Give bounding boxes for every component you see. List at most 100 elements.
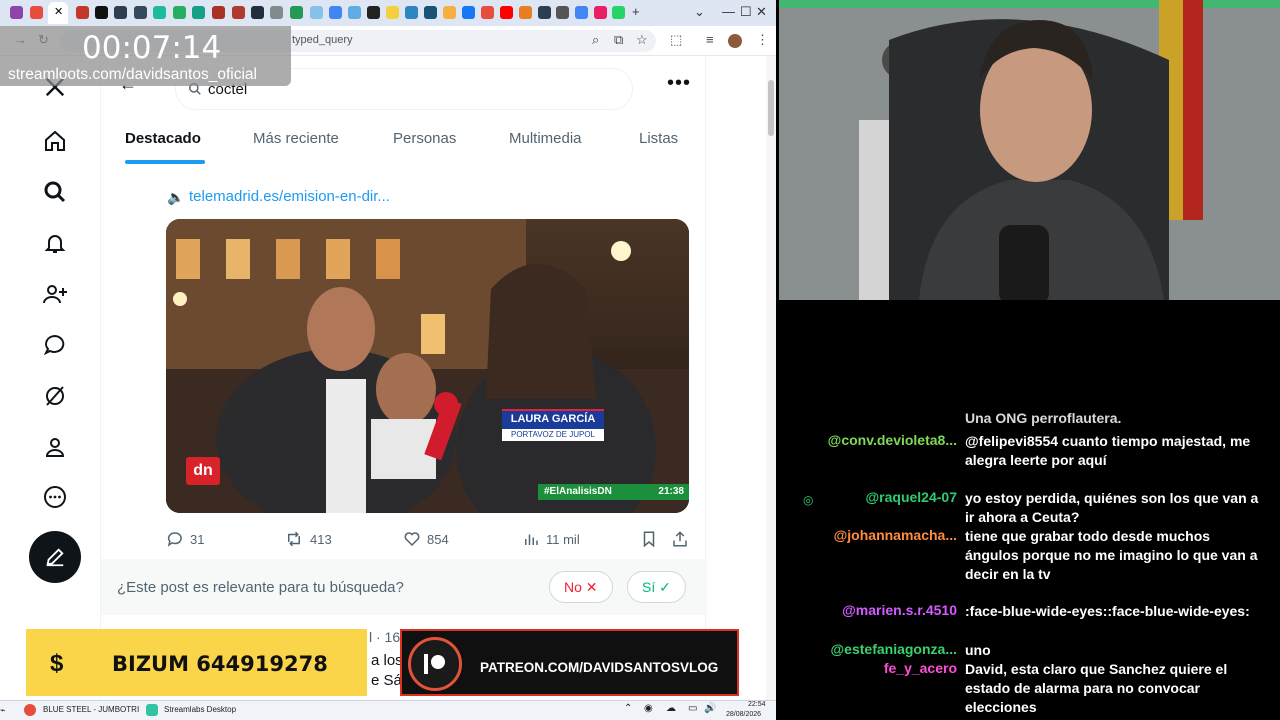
profile-avatar[interactable] [728, 34, 742, 48]
tab-listas[interactable]: Listas [639, 130, 678, 147]
active-tab[interactable]: ✕ [48, 2, 68, 24]
tab-favicon[interactable] [367, 6, 380, 19]
scrollbar-thumb[interactable] [768, 80, 774, 136]
like-button[interactable]: 854 [403, 530, 449, 548]
reply-button[interactable]: 31 [166, 530, 204, 548]
tab-favicon[interactable] [192, 6, 205, 19]
new-tab-icon[interactable]: + [632, 4, 640, 19]
page-scrollbar[interactable] [766, 56, 776, 700]
tab-favicon[interactable] [386, 6, 399, 19]
taskbar-app-icon[interactable]: ⌁ [0, 705, 5, 716]
tab-favicon[interactable] [424, 6, 437, 19]
tab-favicon[interactable] [481, 6, 494, 19]
tab-favicon[interactable] [348, 6, 361, 19]
taskbar-item-streamlabs[interactable]: Streamlabs Desktop [164, 705, 236, 714]
tab-favicon[interactable] [134, 6, 147, 19]
tab-favicon[interactable] [95, 6, 108, 19]
tab-favicon[interactable] [290, 6, 303, 19]
extensions-icon[interactable]: ⬚ [670, 32, 682, 48]
tab-favicon[interactable] [153, 6, 166, 19]
tab-favicon[interactable] [519, 6, 532, 19]
tab-favicon[interactable] [443, 6, 456, 19]
tab-favicon[interactable] [612, 6, 625, 19]
chat-message: David, esta claro que Sanchez quiere el … [965, 661, 1228, 715]
more-horizontal-icon[interactable]: ••• [667, 72, 691, 95]
bookmark-button[interactable] [640, 530, 658, 548]
post-video[interactable]: dn LAURA GARCÍA PORTAVOZ DE JUPOL #ElAna… [166, 219, 689, 513]
brave-icon[interactable] [24, 704, 36, 716]
webcam-feed [779, 0, 1280, 300]
notifications-bell-icon[interactable] [40, 228, 70, 258]
tab-favicon[interactable] [462, 6, 475, 19]
tab-favicon[interactable] [538, 6, 551, 19]
chat-partial-message: Una ONG perroflautera. [965, 410, 1122, 426]
minimize-icon[interactable]: — [722, 4, 735, 19]
follow-add-user-icon[interactable] [40, 279, 70, 309]
tab-favicon[interactable] [10, 6, 23, 19]
chat-username: @marien.s.r.4510 [842, 602, 957, 618]
tab-favicon[interactable] [594, 6, 607, 19]
grok-icon[interactable] [40, 381, 70, 411]
tab-multimedia[interactable]: Multimedia [509, 130, 582, 147]
more-options-circle-icon[interactable] [40, 482, 70, 512]
home-icon[interactable] [40, 126, 70, 156]
cast-icon[interactable]: ⧉ [614, 32, 623, 48]
tab-favicon[interactable] [575, 6, 588, 19]
tab-favicon[interactable] [310, 6, 323, 19]
messages-chat-icon[interactable] [40, 330, 70, 360]
tray-network-icon[interactable]: ◉ [644, 703, 653, 714]
tab-personas[interactable]: Personas [393, 130, 456, 147]
tray-cloud-icon[interactable]: ☁ [666, 703, 676, 714]
stream-timer: 00:07:14 [82, 30, 222, 66]
maximize-icon[interactable]: ☐ [740, 4, 752, 20]
taskbar-time[interactable]: 22:54 [748, 701, 766, 708]
explore-search-icon[interactable] [40, 177, 70, 207]
chat-message: yo estoy perdida, quiénes son los que va… [965, 490, 1259, 525]
bookmark-star-icon[interactable]: ☆ [636, 32, 648, 48]
tab-favicon[interactable] [329, 6, 342, 19]
tab-favicon[interactable] [212, 6, 225, 19]
close-icon[interactable]: ✕ [756, 4, 767, 20]
tab-favicon[interactable] [114, 6, 127, 19]
relevant-button[interactable]: Sí ✓ [627, 571, 686, 603]
tab-search-icon[interactable]: ⌄ [694, 4, 705, 20]
dn-channel-logo: dn [186, 457, 220, 485]
main-column: ← coctel ••• Destacado Más reciente Pers… [100, 56, 707, 700]
profile-icon[interactable] [40, 432, 70, 462]
tab-favicon[interactable] [556, 6, 569, 19]
chat-message: uno [965, 642, 991, 658]
tab-favicon[interactable] [270, 6, 283, 19]
taskbar-date[interactable]: 28/08/2026 [726, 711, 761, 718]
zoom-icon[interactable]: ⌕ [592, 32, 599, 48]
video-frame-image [166, 219, 689, 513]
share-button[interactable] [671, 530, 689, 548]
chat-message: @felipevi8554 cuanto tiempo majestad, me… [965, 433, 1251, 468]
tab-mas-reciente[interactable]: Más reciente [253, 130, 339, 147]
relevant-label: Sí [642, 579, 656, 595]
tab-favicon[interactable] [500, 6, 513, 19]
views-button[interactable]: 11 mil [522, 530, 580, 548]
tab-favicon[interactable] [232, 6, 245, 19]
compose-post-button[interactable] [29, 531, 81, 583]
tray-display-icon[interactable]: ▭ [688, 703, 697, 714]
checkmark-icon: ✓ [659, 579, 671, 595]
tab-favicon[interactable] [76, 6, 89, 19]
repost-button[interactable]: 413 [284, 530, 332, 548]
tab-favicon[interactable] [173, 6, 186, 19]
tray-chevron-icon[interactable]: ⌃ [624, 703, 632, 714]
streamlabs-icon[interactable] [146, 704, 158, 716]
tab-destacado[interactable]: Destacado [125, 130, 201, 147]
tab-favicon[interactable] [30, 6, 43, 19]
tab-favicon[interactable] [251, 6, 264, 19]
tab-favicon[interactable] [405, 6, 418, 19]
post-link[interactable]: telemadrid.es/emision-en-dir... [189, 188, 390, 205]
dollar-icon: $ [50, 650, 64, 677]
relevance-question: ¿Este post es relevante para tu búsqueda… [117, 579, 404, 596]
browser-menu-icon[interactable]: ⋮ [756, 32, 769, 48]
view-count: 11 mil [546, 531, 580, 547]
media-icon[interactable]: ≡ [706, 32, 714, 47]
reply-count: 31 [190, 531, 205, 547]
taskbar-item-blue-steel[interactable]: BLUE STEEL - JUMBOTRI [43, 705, 139, 714]
not-relevant-button[interactable]: No ✕ [549, 571, 613, 603]
tray-volume-icon[interactable]: 🔊 [704, 703, 716, 714]
